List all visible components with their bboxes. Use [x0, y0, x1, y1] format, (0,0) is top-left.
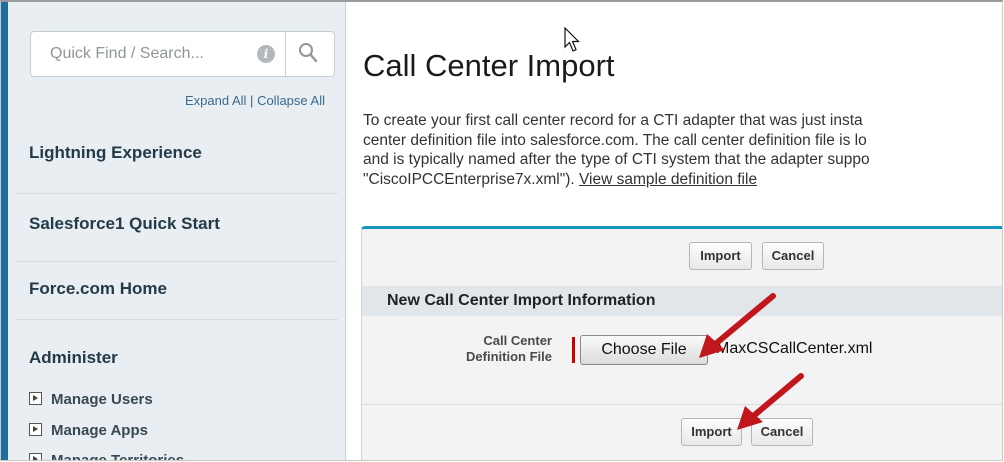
section-title: New Call Center Import Information [387, 292, 656, 309]
sidebar-item-label: Manage Apps [51, 422, 148, 439]
left-accent-strip [1, 2, 8, 460]
expand-triangle-icon[interactable] [29, 392, 42, 405]
description-line: center definition file into salesforce.c… [363, 131, 867, 149]
choose-file-button[interactable]: Choose File [580, 335, 708, 365]
search-divider [285, 32, 286, 76]
sidebar-item-label: Salesforce1 Quick Start [29, 214, 220, 233]
cancel-button-bottom[interactable]: Cancel [751, 418, 813, 446]
description-line: To create your first call center record … [363, 112, 863, 129]
main-content: Call Center Import To create your first … [346, 2, 1002, 460]
link-separator: | [250, 93, 254, 108]
sidebar-item-label: Manage Territories [51, 452, 185, 461]
search-icon[interactable] [298, 42, 318, 64]
description-line: "CiscoIPCCEnterprise7x.xml"). View sampl… [363, 170, 758, 188]
selected-file-name: MaxCSCallCenter.xml [716, 340, 873, 357]
info-icon[interactable]: i [257, 45, 275, 63]
view-sample-definition-link[interactable]: View sample definition file [579, 171, 757, 188]
sidebar-item-force-home[interactable]: Force.com Home [16, 261, 338, 319]
expand-collapse-links: Expand All | Collapse All [185, 93, 325, 108]
section-header: New Call Center Import Information [362, 286, 1002, 316]
description-line: and is typically named after the type of… [363, 151, 870, 168]
mouse-cursor-icon [564, 27, 580, 52]
sidebar-section-administer[interactable]: Administer [29, 348, 118, 368]
expand-triangle-icon[interactable] [29, 423, 42, 436]
import-button-top[interactable]: Import [689, 242, 752, 270]
sidebar: Quick Find / Search... i Expand All | Co… [8, 2, 346, 460]
search-input[interactable]: Quick Find / Search... [50, 45, 204, 63]
expand-all-link[interactable]: Expand All [185, 93, 246, 108]
page-description: To create your first call center record … [363, 111, 1002, 189]
page-title: Call Center Import [363, 48, 615, 83]
sidebar-item-lightning-experience[interactable]: Lightning Experience [16, 127, 338, 177]
collapse-all-link[interactable]: Collapse All [257, 93, 325, 108]
sidebar-item-label: Lightning Experience [29, 143, 202, 162]
sidebar-divider [16, 319, 338, 320]
import-form-panel: Import Cancel New Call Center Import Inf… [361, 226, 1002, 460]
form-divider [362, 404, 1002, 405]
sidebar-item-manage-territories[interactable]: Manage Territories [29, 452, 185, 461]
sidebar-item-label: Manage Users [51, 391, 153, 408]
cancel-button-top[interactable]: Cancel [762, 242, 824, 270]
sidebar-item-manage-users[interactable]: Manage Users [29, 391, 153, 408]
quick-find-search-box[interactable]: Quick Find / Search... i [30, 31, 335, 77]
required-indicator [572, 337, 575, 363]
window-frame: Quick Find / Search... i Expand All | Co… [0, 0, 1003, 461]
sidebar-item-salesforce1-quick-start[interactable]: Salesforce1 Quick Start [16, 193, 338, 255]
sidebar-item-label: Force.com Home [29, 279, 167, 298]
import-button-bottom[interactable]: Import [681, 418, 742, 446]
field-label-definition-file: Call Center Definition File [466, 333, 552, 364]
expand-triangle-icon[interactable] [29, 453, 42, 460]
sidebar-item-manage-apps[interactable]: Manage Apps [29, 422, 148, 439]
